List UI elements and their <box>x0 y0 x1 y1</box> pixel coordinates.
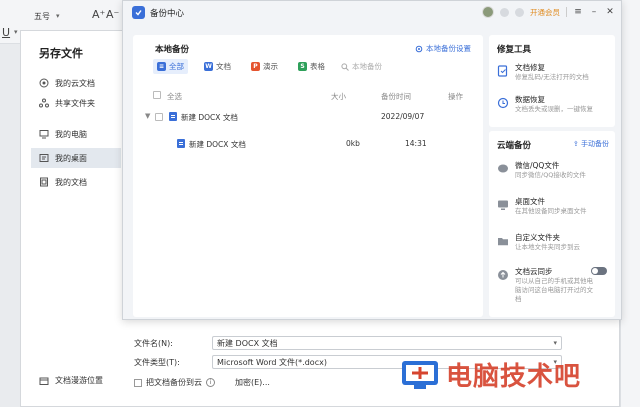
cloud-backup-title: 云端备份 <box>497 141 532 151</box>
close-icon[interactable]: ✕ <box>605 7 615 17</box>
folder-location-icon <box>39 377 49 385</box>
font-size-select[interactable]: 五号 ▾ <box>34 9 84 23</box>
backup-date: 2022/09/07 <box>381 112 425 121</box>
local-backup-title: 本地备份 <box>155 45 190 55</box>
encrypt-button[interactable]: 加密(E)... <box>235 377 270 388</box>
column-action: 操作 <box>448 92 463 101</box>
chevron-down-icon: ▾ <box>56 12 60 20</box>
underline-button[interactable]: U <box>2 26 10 39</box>
header-actions: 开通会员 ≡ – ✕ <box>482 6 615 18</box>
status-dot-icon <box>500 7 509 17</box>
column-select-all: 全选 <box>167 92 182 101</box>
doc-cloud-sync-item[interactable]: 文档云同步 可以从自己的手机或其他电脑访问这台电脑打开过的文档 <box>497 267 593 304</box>
sidebar-item-my-computer[interactable]: 我的电脑 <box>31 124 121 144</box>
filename-label: 文件名(N): <box>134 338 173 348</box>
custom-folder-item[interactable]: 自定义文件夹 让本地文件夹同步到云 <box>497 233 613 252</box>
data-recovery-icon <box>497 97 509 109</box>
manual-backup-button[interactable]: ⇪ 手动备份 <box>573 139 609 149</box>
backup-time: 14:31 <box>405 139 427 148</box>
doc-repair-item[interactable]: 文档修复 修复乱码/无法打开的文档 <box>497 63 613 82</box>
status-dot-icon <box>515 7 524 17</box>
sidebar-item-my-desktop[interactable]: 我的桌面 <box>31 148 121 168</box>
word-doc-icon <box>169 112 177 121</box>
collapse-arrow-icon[interactable]: ▼ <box>145 112 150 120</box>
computer-icon <box>39 130 49 139</box>
tab-documents[interactable]: W 文档 <box>200 59 235 74</box>
dialog-title: 另存文件 <box>39 47 83 60</box>
cloud-backup-panel: 云端备份 ⇪ 手动备份 微信/QQ文件 同步微信/QQ接收的文件 桌面文件 在其他设… <box>489 131 615 317</box>
table-row-group[interactable]: ▼ 新建 DOCX 文档 2022/09/07 <box>145 112 463 126</box>
share-folder-icon <box>39 98 49 108</box>
divider <box>566 7 567 17</box>
chevron-down-icon[interactable]: ▾ <box>553 339 557 347</box>
desktop-icon <box>498 200 508 210</box>
avatar[interactable] <box>482 6 494 18</box>
filetype-label: 文件类型(T): <box>134 357 180 367</box>
column-size: 大小 <box>331 92 346 101</box>
sidebar-item-shared-folder[interactable]: 共享文件夹 <box>31 93 121 113</box>
right-scroll-strip <box>620 0 640 407</box>
tab-spreadsheets[interactable]: S 表格 <box>294 59 329 74</box>
column-backup-time: 备份时间 <box>381 92 411 101</box>
desktop-icon <box>39 154 49 162</box>
folder-icon <box>498 238 508 246</box>
data-recovery-item[interactable]: 数据恢复 文档丢失或误删，一键恢复 <box>497 95 613 114</box>
type-tabs: ≡ 全部 W 文档 P 演示 S 表格 本地备份 <box>153 59 382 74</box>
desktop-files-item[interactable]: 桌面文件 在其他设备同步桌面文件 <box>497 197 613 216</box>
repair-tools-panel: 修复工具 文档修复 修复乱码/无法打开的文档 数据恢复 文档丢失或误删，一键恢复 <box>489 35 615 127</box>
filename-input[interactable]: 新建 DOCX 文档 ▾ <box>212 336 562 350</box>
documents-icon <box>40 177 48 187</box>
spreadsheet-icon: S <box>298 62 307 71</box>
shrink-font-button[interactable]: A⁻ <box>106 8 119 21</box>
select-all-checkbox[interactable] <box>153 91 161 99</box>
watermark-text: 电脑技术吧 <box>446 362 582 392</box>
grow-font-button[interactable]: A⁺ <box>92 8 105 21</box>
doc-repair-icon <box>497 65 508 77</box>
local-backup-settings-link[interactable]: 本地备份设置 <box>415 43 471 54</box>
backup-logo-icon <box>132 6 145 19</box>
chevron-down-icon[interactable]: ▾ <box>14 28 18 36</box>
wechat-qq-files-item[interactable]: 微信/QQ文件 同步微信/QQ接收的文件 <box>497 161 613 180</box>
file-name: 新建 DOCX 文档 <box>181 113 238 122</box>
filename-row: 文件名(N): 新建 DOCX 文档 ▾ <box>134 336 562 350</box>
doc-cloud-sync-toggle[interactable] <box>591 267 607 275</box>
presentation-icon: P <box>251 62 260 71</box>
search-icon <box>341 62 349 71</box>
window-header: 备份中心 开通会员 ≡ – ✕ <box>123 1 623 25</box>
word-icon: W <box>204 62 213 71</box>
file-name: 新建 DOCX 文档 <box>189 140 246 149</box>
cloud-sync-icon <box>498 270 508 280</box>
backup-to-cloud-checkbox[interactable] <box>134 378 142 387</box>
sidebar-item-roaming-location[interactable]: 文档漫游位置 <box>39 375 103 386</box>
table-header: 全选 大小 备份时间 操作 <box>153 91 471 105</box>
row-checkbox[interactable] <box>155 113 163 121</box>
watermark: 电脑技术吧 <box>398 356 581 393</box>
vip-button[interactable]: 开通会员 <box>530 7 560 18</box>
table-row[interactable]: 新建 DOCX 文档 0kb 14:31 <box>177 139 495 153</box>
sidebar-item-my-documents[interactable]: 我的文档 <box>31 172 121 192</box>
search-input[interactable]: 本地备份 <box>341 61 382 72</box>
info-icon[interactable]: i <box>206 378 215 387</box>
backup-to-cloud-row: 把文档备份到云 i 加密(E)... <box>134 377 270 388</box>
all-icon: ≡ <box>157 62 166 71</box>
minimize-icon[interactable]: – <box>589 7 599 17</box>
local-backup-panel: 本地备份 本地备份设置 ≡ 全部 W 文档 P 演示 S 表格 本地备份 全选 … <box>133 35 483 317</box>
word-doc-icon <box>177 139 185 148</box>
backup-center-window: 备份中心 开通会员 ≡ – ✕ 本地备份 本地备份设置 ≡ 全部 W 文档 P … <box>122 0 622 320</box>
cloud-doc-icon <box>39 78 49 88</box>
tab-presentations[interactable]: P 演示 <box>247 59 282 74</box>
chat-icon <box>498 164 508 173</box>
sidebar-item-cloud-docs[interactable]: 我的云文档 <box>31 73 121 93</box>
tab-all[interactable]: ≡ 全部 <box>153 59 188 74</box>
menu-icon[interactable]: ≡ <box>573 7 583 17</box>
watermark-logo-icon <box>402 360 438 389</box>
file-size: 0kb <box>346 139 360 148</box>
window-title: 备份中心 <box>150 9 185 19</box>
repair-tools-title: 修复工具 <box>497 45 532 55</box>
gear-icon <box>415 45 423 52</box>
